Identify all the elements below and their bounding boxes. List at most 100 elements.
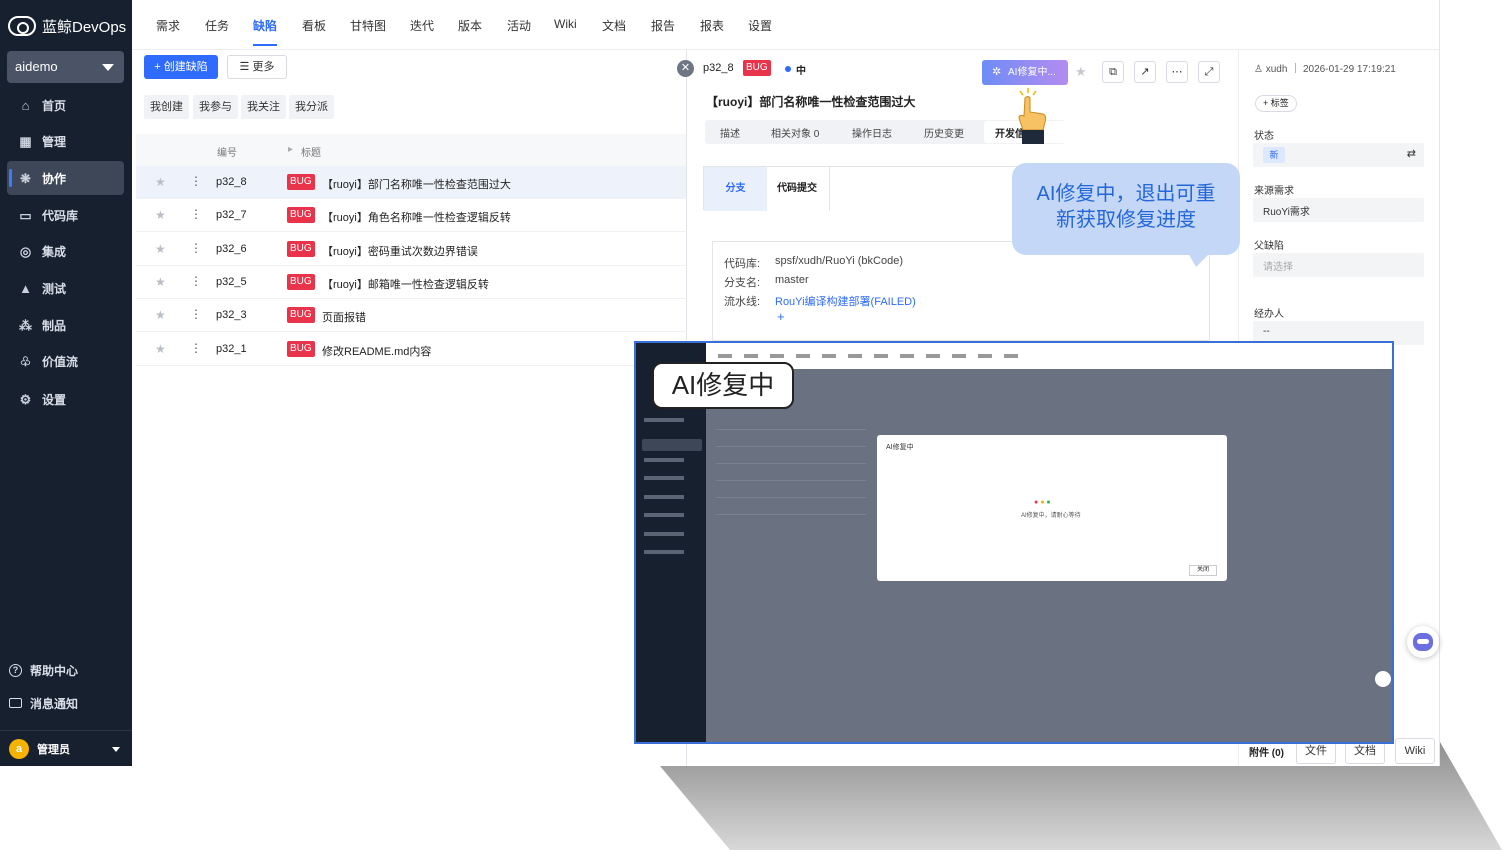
table-row[interactable]: ★ ⋮ p32_7 BUG 【ruoyi】角色名称唯一性检查逻辑反转	[136, 199, 686, 232]
wiki-button[interactable]: Wiki	[1395, 738, 1435, 764]
source-field[interactable]: RuoYi需求	[1253, 198, 1424, 222]
tab-report[interactable]: 报告	[651, 17, 675, 34]
tab-branch[interactable]: 分支	[704, 167, 767, 211]
copy-icon[interactable]: ⧉	[1102, 61, 1124, 83]
more-vertical-icon[interactable]: ⋮	[190, 174, 202, 188]
tab-activity[interactable]: 活动	[507, 17, 531, 34]
help-center-link[interactable]: ? 帮助中心	[9, 660, 78, 680]
filter-created[interactable]: 我创建	[144, 95, 189, 119]
tab-gantt[interactable]: 甘特图	[350, 17, 386, 34]
star-icon[interactable]: ★	[155, 175, 166, 189]
tab-version[interactable]: 版本	[458, 17, 482, 34]
sidebar-item-test[interactable]: ▲ 测试	[7, 271, 124, 305]
switch-icon[interactable]: ⇄	[1407, 147, 1416, 160]
sidebar-item-label: 代码库	[42, 208, 79, 223]
row-title[interactable]: 【ruoyi】邮箱唯一性检查逻辑反转	[322, 276, 489, 292]
more-horizontal-icon[interactable]: ⋯	[1166, 61, 1188, 83]
star-icon[interactable]: ★	[155, 242, 166, 256]
sidebar-item-integration[interactable]: ◎ 集成	[7, 234, 124, 268]
subtab-related[interactable]: 相关对象 0	[771, 125, 819, 140]
sidebar-item-home[interactable]: ⌂ 首页	[7, 88, 124, 122]
robot-assistant-icon[interactable]	[1407, 626, 1439, 658]
tab-commit[interactable]: 代码提交	[777, 167, 817, 211]
sidebar-item-manage[interactable]: ▦ 管理	[7, 124, 124, 158]
row-title[interactable]: 【ruoyi】部门名称唯一性检查范围过大	[322, 176, 511, 192]
inset-dialog-text: AI修复中，请耐心等待	[1021, 513, 1081, 519]
create-defect-button[interactable]: + 创建缺陷	[144, 55, 218, 79]
star-icon[interactable]: ★	[155, 342, 166, 356]
more-vertical-icon[interactable]: ⋮	[190, 207, 202, 221]
ai-fixing-label: AI修复中	[652, 362, 794, 409]
more-vertical-icon[interactable]: ⋮	[190, 341, 202, 355]
bug-badge: BUG	[287, 274, 315, 290]
subtab-oplog[interactable]: 操作日志	[852, 125, 892, 140]
row-title[interactable]: 修改README.md内容	[322, 343, 431, 359]
star-icon[interactable]: ★	[155, 308, 166, 322]
ai-fix-button[interactable]: ✲ AI修复中...	[982, 60, 1068, 85]
branch-value: master	[775, 274, 809, 286]
star-icon[interactable]: ★	[155, 208, 166, 222]
table-row[interactable]: ★ ⋮ p32_1 BUG 修改README.md内容	[136, 333, 686, 366]
inset-close-button[interactable]: 关闭	[1189, 565, 1217, 576]
user-menu[interactable]: a 管理员	[0, 730, 132, 766]
inset-list-rows	[716, 429, 866, 529]
more-vertical-icon[interactable]: ⋮	[190, 274, 202, 288]
pipeline-link[interactable]: RouYi编译构建部署(FAILED)	[775, 293, 916, 309]
tab-iteration[interactable]: 迭代	[410, 17, 434, 34]
table-row[interactable]: ★ ⋮ p32_3 BUG 页面报错	[136, 299, 686, 332]
open-external-icon[interactable]: ↗	[1134, 61, 1156, 83]
add-pipeline-button[interactable]: +	[777, 309, 785, 324]
inset-tab-labels	[718, 354, 1018, 358]
sidebar-item-valuestream[interactable]: ♧ 价值流	[7, 344, 124, 378]
ai-sparkle-icon: ✲	[992, 66, 1002, 78]
fullscreen-icon[interactable]: ⤢	[1198, 61, 1220, 83]
brand-logo[interactable]: 蓝鲸DevOps	[8, 14, 126, 38]
tab-settings[interactable]: 设置	[748, 17, 772, 34]
subtab-description[interactable]: 描述	[720, 125, 740, 140]
sidebar-item-collab[interactable]: ❋ 协作	[7, 161, 124, 195]
star-icon[interactable]: ★	[155, 275, 166, 289]
tab-defect[interactable]: 缺陷	[253, 17, 278, 46]
inset-nav-line	[644, 495, 684, 499]
sidebar-item-repo[interactable]: ▭ 代码库	[7, 198, 124, 232]
filter-participated[interactable]: 我参与	[193, 95, 238, 119]
column-code[interactable]: 编号	[217, 144, 237, 159]
tab-requirement[interactable]: 需求	[156, 17, 180, 34]
row-title[interactable]: 【ruoyi】角色名称唯一性检查逻辑反转	[322, 209, 511, 225]
notification-link[interactable]: 消息通知	[9, 693, 78, 713]
table-row[interactable]: ★ ⋮ p32_6 BUG 【ruoyi】密码重试次数边界错误	[136, 233, 686, 266]
tab-task[interactable]: 任务	[205, 17, 229, 34]
hand-cursor-icon	[1018, 88, 1047, 144]
tab-doc[interactable]: 文档	[602, 17, 626, 34]
inset-dialog-title: AI修复中	[886, 444, 914, 451]
more-vertical-icon[interactable]: ⋮	[190, 241, 202, 255]
more-vertical-icon[interactable]: ⋮	[190, 307, 202, 321]
tab-dashboard[interactable]: 报表	[700, 17, 724, 34]
star-icon[interactable]: ★	[1075, 64, 1087, 80]
filter-followed[interactable]: 我关注	[241, 95, 286, 119]
table-row[interactable]: ★ ⋮ p32_8 BUG 【ruoyi】部门名称唯一性检查范围过大	[136, 166, 686, 199]
parent-select[interactable]: 请选择	[1253, 253, 1424, 277]
filter-assigned[interactable]: 我分派	[289, 95, 334, 119]
divider	[829, 167, 830, 211]
valuestream-icon: ♧	[19, 353, 32, 369]
subtab-history[interactable]: 历史变更	[924, 125, 964, 140]
sidebar-item-label: 管理	[42, 134, 67, 149]
add-tag-button[interactable]: + 标签	[1255, 95, 1297, 112]
project-select[interactable]: aidemo	[7, 51, 124, 83]
row-title[interactable]: 页面报错	[322, 309, 366, 325]
sidebar-item-settings[interactable]: ⚙ 设置	[7, 382, 124, 416]
sort-icon[interactable]: ▸	[288, 144, 293, 155]
row-title[interactable]: 【ruoyi】密码重试次数边界错误	[322, 243, 478, 259]
tab-wiki[interactable]: Wiki	[554, 17, 577, 31]
status-field[interactable]: 新 ⇄	[1253, 143, 1424, 167]
column-title[interactable]: 标题	[301, 144, 321, 159]
table-row[interactable]: ★ ⋮ p32_5 BUG 【ruoyi】邮箱唯一性检查逻辑反转	[136, 266, 686, 299]
close-icon[interactable]: ✕	[677, 60, 694, 77]
status-badge: 新	[1263, 147, 1285, 163]
sidebar-item-artifact[interactable]: ⁂ 制品	[7, 308, 124, 342]
more-button[interactable]: ☰ 更多	[227, 55, 287, 79]
caret-down-icon	[102, 64, 114, 71]
priority-value[interactable]: 中	[796, 62, 806, 77]
tab-board[interactable]: 看板	[302, 17, 326, 34]
